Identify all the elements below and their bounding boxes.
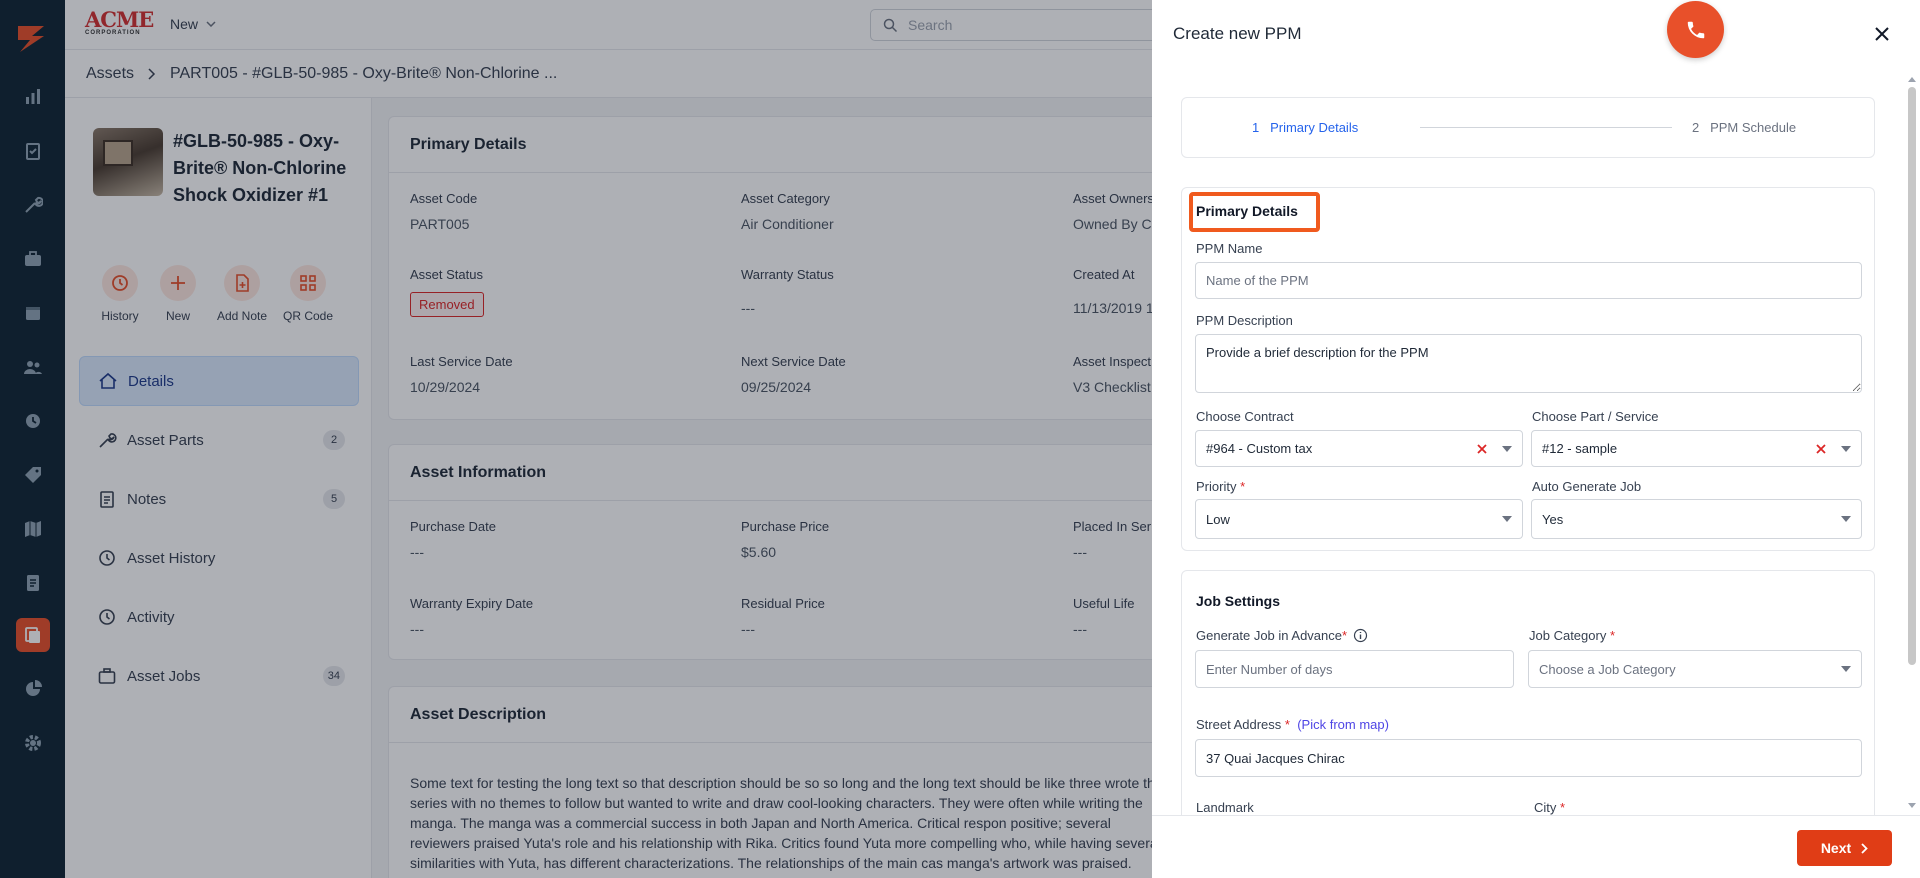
job-category-placeholder: Choose a Job Category xyxy=(1539,661,1676,677)
auto-generate-job-select[interactable]: Yes xyxy=(1531,499,1862,539)
modal-backdrop[interactable] xyxy=(0,0,1152,878)
step-ppm-schedule[interactable]: 2 PPM Schedule xyxy=(1692,120,1796,135)
city-label: City * xyxy=(1534,800,1566,815)
street-address-input[interactable] xyxy=(1195,739,1862,777)
next-button-label: Next xyxy=(1820,840,1852,856)
priority-select[interactable]: Low xyxy=(1195,499,1523,539)
chevron-down-icon xyxy=(1841,445,1851,452)
drawer-body: 1 Primary Details 2 PPM Schedule Primary… xyxy=(1152,70,1920,815)
priority-label: Priority * xyxy=(1196,479,1246,494)
job-category-select[interactable]: Choose a Job Category xyxy=(1528,650,1862,688)
step-primary-details[interactable]: 1 Primary Details xyxy=(1252,120,1358,135)
auto-generate-job-label: Auto Generate Job xyxy=(1532,479,1642,494)
generate-job-advance-label: Generate Job in Advance* xyxy=(1196,628,1368,643)
scroll-up-arrow[interactable] xyxy=(1908,77,1916,82)
scroll-down-arrow[interactable] xyxy=(1908,803,1916,808)
info-icon[interactable] xyxy=(1353,628,1368,643)
auto-generate-job-value: Yes xyxy=(1542,511,1564,527)
create-ppm-drawer: Create new PPM 1 Primary Details 2 PPM S… xyxy=(1152,0,1920,878)
priority-select-value: Low xyxy=(1206,511,1230,527)
next-button[interactable]: Next xyxy=(1797,830,1892,866)
contract-select-value: #964 - Custom tax xyxy=(1206,441,1313,456)
ppm-description-textarea[interactable] xyxy=(1195,334,1862,393)
job-settings-section: Job Settings Generate Job in Advance* Jo… xyxy=(1181,570,1875,815)
drawer-title: Create new PPM xyxy=(1173,24,1302,43)
job-category-label: Job Category * xyxy=(1529,628,1616,643)
drawer-scrollbar[interactable] xyxy=(1907,75,1917,810)
scrollbar-thumb[interactable] xyxy=(1908,87,1916,665)
primary-details-section: Primary Details PPM Name PPM Description… xyxy=(1181,187,1875,551)
chevron-down-icon xyxy=(1502,516,1512,522)
section-title-job-settings: Job Settings xyxy=(1196,593,1281,609)
street-address-label: Street Address * (Pick from map) xyxy=(1196,717,1389,732)
ppm-description-label: PPM Description xyxy=(1196,313,1293,328)
part-service-select[interactable]: #12 - sample xyxy=(1531,430,1862,467)
clear-icon[interactable] xyxy=(1815,443,1827,455)
part-select-value: #12 - sample xyxy=(1542,441,1618,456)
landmark-label: Landmark xyxy=(1196,800,1254,815)
chevron-right-icon xyxy=(1861,842,1868,854)
choose-contract-label: Choose Contract xyxy=(1196,409,1294,424)
chevron-down-icon xyxy=(1841,666,1851,672)
drawer-footer: Next xyxy=(1152,815,1920,878)
chevron-down-icon xyxy=(1841,516,1851,522)
ppm-name-input[interactable] xyxy=(1195,262,1862,299)
days-in-advance-input[interactable] xyxy=(1195,650,1514,688)
contract-select[interactable]: #964 - Custom tax xyxy=(1195,430,1523,467)
phone-icon xyxy=(1687,21,1704,38)
ppm-name-label: PPM Name xyxy=(1196,241,1263,256)
call-button[interactable] xyxy=(1667,1,1724,58)
choose-part-label: Choose Part / Service xyxy=(1532,409,1659,424)
clear-icon[interactable] xyxy=(1476,443,1488,455)
close-icon[interactable] xyxy=(1870,22,1894,46)
pick-from-map-link[interactable]: (Pick from map) xyxy=(1297,717,1389,732)
stepper: 1 Primary Details 2 PPM Schedule xyxy=(1181,97,1875,158)
chevron-down-icon xyxy=(1502,445,1512,452)
section-title-primary-details: Primary Details xyxy=(1196,203,1298,219)
stepper-connector xyxy=(1420,127,1672,128)
